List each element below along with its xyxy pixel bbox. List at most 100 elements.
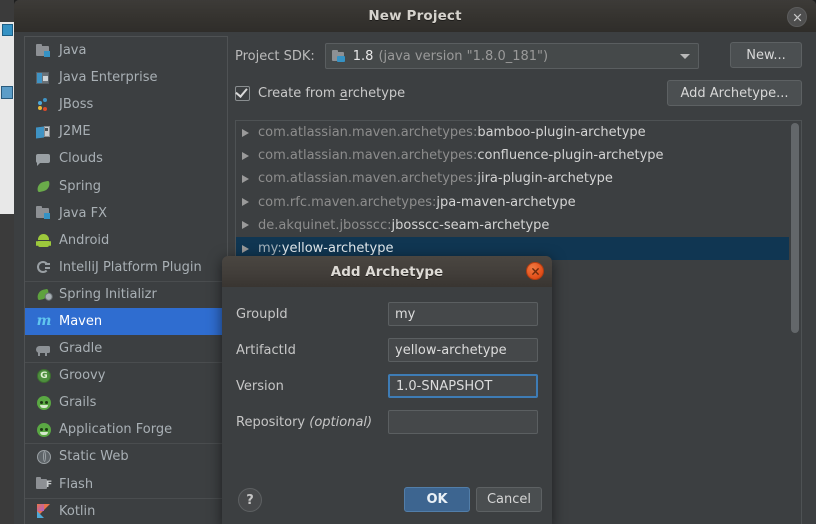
archetype-group: de.akquinet.jbosscc: xyxy=(258,218,392,233)
archetype-group: com.rfc.maven.archetypes: xyxy=(258,195,436,210)
groovy-icon: G xyxy=(36,368,52,384)
sidebar-item-label: Static Web xyxy=(59,449,129,464)
artifactid-input[interactable]: yellow-archetype xyxy=(388,338,538,362)
clouds-icon xyxy=(36,151,52,167)
sidebar-item-static-web[interactable]: Static Web xyxy=(25,443,227,470)
chevron-right-icon[interactable] xyxy=(242,221,249,229)
flash-icon: F xyxy=(36,476,52,492)
repository-input[interactable] xyxy=(388,410,538,434)
sidebar-item-clouds[interactable]: Clouds xyxy=(25,145,227,172)
archetype-row[interactable]: de.akquinet.jbosscc: jbosscc-seam-archet… xyxy=(236,214,801,237)
maven-icon: m xyxy=(36,313,52,329)
archetype-name: yellow-archetype xyxy=(282,241,394,256)
sidebar-item-label: Groovy xyxy=(59,368,105,383)
repository-label: Repository (optional) xyxy=(236,415,388,430)
sidebar-item-label: Spring Initializr xyxy=(59,287,157,302)
sidebar-item-label: Kotlin xyxy=(59,504,95,519)
project-sdk-dropdown[interactable]: 1.8 (java version "1.8.0_181") xyxy=(325,43,699,69)
chevron-right-icon[interactable] xyxy=(242,129,249,137)
sidebar-item-android[interactable]: Android xyxy=(25,227,227,254)
sidebar-item-groovy[interactable]: G Groovy xyxy=(25,362,227,389)
archetype-row[interactable]: com.atlassian.maven.archetypes: jira-plu… xyxy=(236,167,801,190)
sidebar-item-grails[interactable]: Grails xyxy=(25,389,227,416)
sidebar-item-java[interactable]: Java xyxy=(25,37,227,64)
archetype-row[interactable]: com.atlassian.maven.archetypes: bamboo-p… xyxy=(236,121,801,144)
project-sdk-row: Project SDK: 1.8 (java version "1.8.0_18… xyxy=(235,42,808,70)
java-enterprise-icon xyxy=(36,70,52,86)
project-sdk-label: Project SDK: xyxy=(235,49,315,64)
spring-leaf-icon xyxy=(36,178,52,194)
static-web-icon xyxy=(36,449,52,465)
scrollbar-thumb[interactable] xyxy=(791,123,799,333)
groupid-input[interactable]: my xyxy=(388,302,538,326)
grails-icon xyxy=(36,395,52,411)
groupid-row: GroupId my xyxy=(236,301,538,327)
create-from-archetype-label: Create from archetype xyxy=(258,86,405,101)
archetype-name: confluence-plugin-archetype xyxy=(477,148,663,163)
screen-root: New Project Java xyxy=(0,0,816,524)
sidebar-item-label: JBoss xyxy=(59,97,93,112)
sidebar-item-spring[interactable]: Spring xyxy=(25,172,227,199)
window-titlebar: New Project xyxy=(14,0,816,32)
sidebar-item-intellij-platform-plugin[interactable]: IntelliJ Platform Plugin xyxy=(25,254,227,281)
sidebar-item-label: Java FX xyxy=(59,206,107,221)
background-app-icon xyxy=(2,24,13,36)
version-input[interactable]: 1.0-SNAPSHOT xyxy=(388,374,538,398)
help-button[interactable]: ? xyxy=(238,488,262,512)
sidebar-item-maven[interactable]: m Maven xyxy=(25,308,227,335)
close-icon[interactable] xyxy=(526,262,544,280)
archetype-name: jira-plugin-archetype xyxy=(477,171,613,186)
chevron-right-icon[interactable] xyxy=(242,198,249,206)
sidebar-item-spring-initializr[interactable]: Spring Initializr xyxy=(25,281,227,308)
sidebar-item-application-forge[interactable]: Application Forge xyxy=(25,416,227,443)
java-folder-icon xyxy=(36,43,52,59)
archetype-group: my: xyxy=(258,241,282,256)
chevron-right-icon[interactable] xyxy=(242,245,249,253)
chevron-right-icon[interactable] xyxy=(242,152,249,160)
background-window-strip xyxy=(0,0,14,524)
archetype-name: bamboo-plugin-archetype xyxy=(477,125,645,140)
sidebar-item-java-fx[interactable]: Java FX xyxy=(25,200,227,227)
cancel-button[interactable]: Cancel xyxy=(476,487,542,512)
sidebar-item-jboss[interactable]: JBoss xyxy=(25,91,227,118)
project-type-sidebar[interactable]: Java Java Enterprise JBoss xyxy=(24,36,228,524)
archetype-row[interactable]: com.atlassian.maven.archetypes: confluen… xyxy=(236,144,801,167)
sidebar-item-kotlin[interactable]: Kotlin xyxy=(25,498,227,524)
intellij-plugin-icon xyxy=(36,259,52,275)
j2me-icon xyxy=(36,124,52,140)
add-archetype-title: Add Archetype xyxy=(331,264,443,280)
add-archetype-button[interactable]: Add Archetype... xyxy=(667,80,802,106)
spring-initializr-icon xyxy=(36,286,52,302)
gradle-icon xyxy=(36,341,52,357)
background-app-icon-2 xyxy=(1,86,13,99)
sidebar-item-flash[interactable]: F Flash xyxy=(25,471,227,498)
artifactid-row: ArtifactId yellow-archetype xyxy=(236,337,538,363)
close-icon[interactable] xyxy=(787,7,807,27)
new-sdk-button[interactable]: New... xyxy=(730,42,802,68)
sidebar-item-label: Gradle xyxy=(59,341,102,356)
window-title: New Project xyxy=(368,8,461,24)
create-from-archetype-checkbox[interactable] xyxy=(235,86,250,101)
groupid-label: GroupId xyxy=(236,307,388,322)
jboss-icon xyxy=(36,97,52,113)
chevron-right-icon[interactable] xyxy=(242,175,249,183)
android-icon xyxy=(36,232,52,248)
sidebar-item-j2me[interactable]: J2ME xyxy=(25,118,227,145)
checkmark-icon xyxy=(235,85,247,98)
sidebar-item-label: Java xyxy=(59,43,86,58)
sidebar-item-label: Application Forge xyxy=(59,422,172,437)
background-window-bottom xyxy=(0,84,14,214)
ok-button[interactable]: OK xyxy=(404,487,470,512)
sidebar-item-java-enterprise[interactable]: Java Enterprise xyxy=(25,64,227,91)
kotlin-icon xyxy=(36,503,52,519)
sidebar-item-label: Java Enterprise xyxy=(59,70,157,85)
archetype-name: jbosscc-seam-archetype xyxy=(392,218,550,233)
archetype-group: com.atlassian.maven.archetypes: xyxy=(258,171,477,186)
sidebar-item-label: Clouds xyxy=(59,151,103,166)
archetype-list-scrollbar[interactable] xyxy=(789,121,801,524)
sidebar-item-gradle[interactable]: Gradle xyxy=(25,335,227,362)
project-sdk-description: (java version "1.8.0_181") xyxy=(378,49,548,64)
artifactid-label: ArtifactId xyxy=(236,343,388,358)
archetype-row[interactable]: com.rfc.maven.archetypes: jpa-maven-arch… xyxy=(236,191,801,214)
sidebar-item-label: IntelliJ Platform Plugin xyxy=(59,260,202,275)
